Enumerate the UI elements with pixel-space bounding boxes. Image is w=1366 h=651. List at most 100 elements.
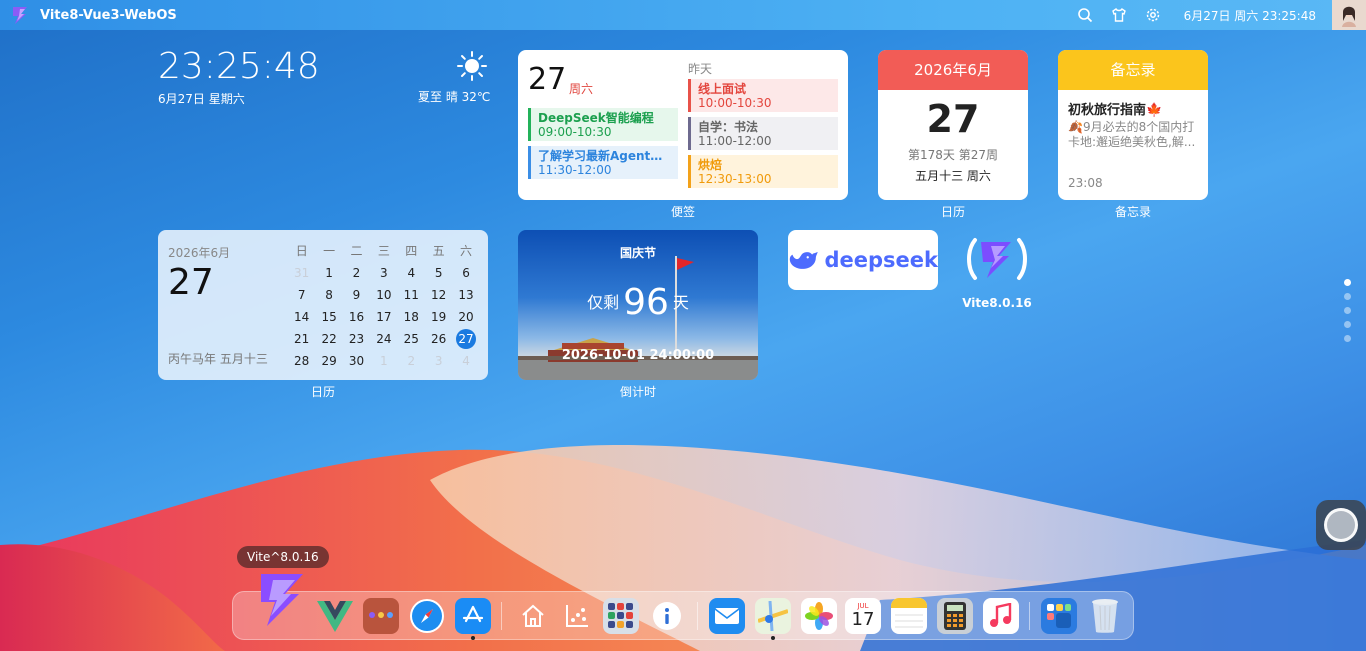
- countdown-prefix: 仅剩: [587, 293, 620, 312]
- week-row: 28 29 30 1 2 3 4: [288, 350, 480, 372]
- calendar-caption: 日历: [940, 205, 965, 219]
- page-dot[interactable]: [1344, 321, 1351, 328]
- day-cell[interactable]: 8: [315, 284, 342, 306]
- calendar-icon[interactable]: JUL 17: [845, 598, 881, 634]
- page-dot[interactable]: [1344, 307, 1351, 314]
- day-cell[interactable]: 4: [452, 350, 479, 372]
- day-cell[interactable]: 12: [425, 284, 452, 306]
- notes-icon[interactable]: [891, 598, 927, 634]
- calculator-icon[interactable]: [937, 598, 973, 634]
- avatar[interactable]: [1332, 0, 1366, 30]
- day-cell[interactable]: 26: [425, 328, 452, 350]
- event-item[interactable]: 线上面试 10:00-10:30: [688, 79, 838, 112]
- gear-icon[interactable]: [1144, 6, 1162, 24]
- day-cell[interactable]: 5: [425, 262, 452, 284]
- event-item[interactable]: 了解学习最新Agent模... 11:30-12:00: [528, 146, 678, 179]
- vite-logo-icon[interactable]: [10, 5, 30, 25]
- calendar-widget[interactable]: 2026年6月 27 第178天 第27周 五月十三 周六: [878, 50, 1028, 200]
- search-icon[interactable]: [1076, 6, 1094, 24]
- shirt-icon[interactable]: [1110, 6, 1128, 24]
- home-icon[interactable]: [515, 598, 551, 634]
- day-cell[interactable]: 11: [398, 284, 425, 306]
- notes-widget[interactable]: 备忘录 初秋旅行指南🍁 🍂9月必去的8个国内打卡地:邂逅绝美秋色,解... 23…: [1058, 50, 1208, 200]
- day-cell[interactable]: 19: [425, 306, 452, 328]
- mail-icon[interactable]: [709, 598, 745, 634]
- day-cell[interactable]: 22: [315, 328, 342, 350]
- day-cell[interactable]: 6: [452, 262, 479, 284]
- vite-icon[interactable]: [247, 568, 311, 632]
- day-cell[interactable]: 3: [370, 262, 397, 284]
- event-name: DeepSeek智能编程: [538, 111, 654, 125]
- deepseek-label: deepseek: [824, 248, 938, 272]
- menu-bar: Vite8-Vue3-WebOS 6月27日 周六 23:25:48: [0, 0, 1366, 30]
- music-icon[interactable]: [983, 598, 1019, 634]
- apps-grid-icon[interactable]: [603, 598, 639, 634]
- photos-icon[interactable]: [801, 598, 837, 634]
- countdown-widget[interactable]: 国庆节 仅剩 96 天 2026-10-01 24:00:00: [518, 230, 758, 380]
- vite-desktop-app[interactable]: Vite8.0.16: [962, 236, 1032, 310]
- day-cell[interactable]: 2: [343, 262, 370, 284]
- event-item[interactable]: 烘焙 12:30-13:00: [688, 155, 838, 188]
- day-cell[interactable]: 28: [288, 350, 315, 372]
- page-dot[interactable]: [1344, 279, 1351, 286]
- day-cell[interactable]: 24: [370, 328, 397, 350]
- weekday-label: 六: [460, 244, 473, 258]
- day-cell[interactable]: 20: [452, 306, 479, 328]
- countdown-holiday: 国庆节: [619, 246, 656, 260]
- day-cell[interactable]: 16: [343, 306, 370, 328]
- deepseek-widget[interactable]: deepseek: [788, 230, 938, 290]
- day-cell[interactable]: 29: [315, 350, 342, 372]
- day-cell[interactable]: 25: [398, 328, 425, 350]
- launchpad-icon[interactable]: [1041, 598, 1077, 634]
- dock-tooltip: Vite^8.0.16: [237, 546, 329, 568]
- weekday-label: 四: [405, 244, 418, 258]
- day-cell[interactable]: 15: [315, 306, 342, 328]
- note-time: 23:08: [1068, 176, 1103, 190]
- vue-icon[interactable]: [317, 598, 353, 634]
- day-cell[interactable]: 9: [343, 284, 370, 306]
- day-cell[interactable]: 1: [315, 262, 342, 284]
- day-cell[interactable]: 1: [370, 350, 397, 372]
- day-cell[interactable]: 21: [288, 328, 315, 350]
- day-cell[interactable]: 18: [398, 306, 425, 328]
- page-dot[interactable]: [1344, 293, 1351, 300]
- maps-icon[interactable]: [755, 598, 791, 634]
- safari-icon[interactable]: [409, 598, 445, 634]
- event-time: 12:30-13:00: [698, 172, 772, 186]
- countdown-target: 2026-10-01 24:00:00: [561, 348, 715, 363]
- day-cell[interactable]: 13: [452, 284, 479, 306]
- page-dot[interactable]: [1344, 335, 1351, 342]
- assistive-touch-icon: [1324, 508, 1358, 542]
- day-cell[interactable]: 2: [398, 350, 425, 372]
- event-item[interactable]: 自学：书法 11:00-12:00: [688, 117, 838, 150]
- day-cell[interactable]: 17: [370, 306, 397, 328]
- weekday-row: 日 一 二 三 四 五 六: [288, 240, 480, 262]
- day-cell[interactable]: 3: [425, 350, 452, 372]
- day-cell[interactable]: 31: [288, 262, 315, 284]
- chart-icon[interactable]: [559, 598, 595, 634]
- dock: JUL 17: [232, 574, 1134, 640]
- calendar-header: 2026年6月: [878, 50, 1028, 90]
- assistive-touch-button[interactable]: [1316, 500, 1366, 550]
- event-name: 自学：书法: [698, 120, 759, 134]
- yesterday-label: 昨天: [688, 62, 713, 76]
- event-time: 10:00-10:30: [698, 96, 772, 110]
- day-cell[interactable]: 14: [288, 306, 315, 328]
- day-cell[interactable]: 30: [343, 350, 370, 372]
- day-cell[interactable]: 4: [398, 262, 425, 284]
- month-calendar-widget[interactable]: 2026年6月 27 丙午马年 五月十三 日 一 二 三 四 五 六 31 1 2 3…: [158, 230, 488, 380]
- day-cell[interactable]: 10: [370, 284, 397, 306]
- day-cell[interactable]: 23: [343, 328, 370, 350]
- menu-bar-clock[interactable]: 6月27日 周六 23:25:48: [1184, 7, 1316, 24]
- event-item[interactable]: DeepSeek智能编程 09:00-10:30: [528, 108, 678, 141]
- calendar-lunar: 五月十三 周六: [915, 169, 991, 183]
- sun-icon: [456, 50, 488, 82]
- day-cell[interactable]: 27: [452, 328, 479, 350]
- day-cell[interactable]: 7: [288, 284, 315, 306]
- event-time: 09:00-10:30: [538, 125, 612, 139]
- appstore-icon[interactable]: [455, 598, 491, 634]
- trash-icon[interactable]: [1087, 598, 1123, 634]
- folder-icon[interactable]: [363, 598, 399, 634]
- info-icon[interactable]: [649, 598, 685, 634]
- schedule-widget[interactable]: 27 周六 DeepSeek智能编程 09:00-10:30 了解学习最新Age…: [518, 50, 848, 200]
